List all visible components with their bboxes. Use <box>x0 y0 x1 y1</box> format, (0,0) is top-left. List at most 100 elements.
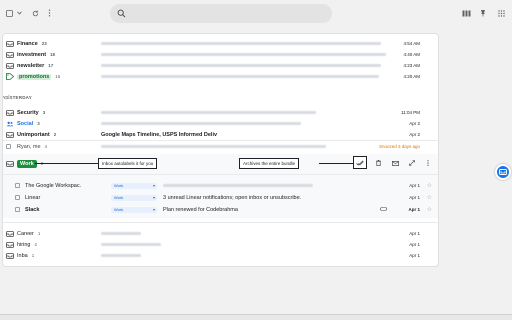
bundle-time: Apr 2 <box>409 121 420 126</box>
bundle-label: Inba 1 <box>17 252 35 259</box>
archive-bundle-button[interactable] <box>353 156 367 169</box>
bundle-label: investment 18 <box>17 51 56 58</box>
bundle-time: 11:04 PM <box>401 110 420 115</box>
more-icon[interactable] <box>423 158 433 168</box>
email-subject: Plan renewed for Codebrahma <box>163 206 238 213</box>
callout-archive: Archives the entire bundle <box>239 158 300 169</box>
refresh-icon[interactable] <box>30 8 40 18</box>
bundle-time: 4:23 AM <box>403 63 420 68</box>
bundle-row-career[interactable]: Career 1 Apr 1 <box>3 228 438 239</box>
bundle-label: hiring 2 <box>17 241 37 248</box>
bundle-label: Security 3 <box>17 109 46 116</box>
chevron-down-icon: ▾ <box>152 195 155 200</box>
email-time: Apr 1 <box>408 207 420 212</box>
snoozed-status: Snoozed 3 days ago <box>378 144 420 149</box>
sender: Ryan, me 4 <box>17 143 48 150</box>
bundle-label: Finance 23 <box>17 40 47 47</box>
bundle-label: newsletter 17 <box>17 62 54 69</box>
callout-arrow-left <box>35 163 98 164</box>
search-bar[interactable] <box>110 4 332 23</box>
search-icon[interactable] <box>117 9 126 18</box>
blurred-subject <box>101 243 161 246</box>
blurred-subject <box>101 122 301 125</box>
star-icon[interactable]: ☆ <box>427 206 432 213</box>
label-dropdown[interactable]: Work ▾ <box>111 207 157 213</box>
inbox-icon <box>6 252 14 259</box>
blurred-subject <box>101 232 141 235</box>
bundle-row-newsletter[interactable]: newsletter 17 4:23 AM <box>3 60 438 71</box>
bundle-row-social[interactable]: Social 3 Apr 2 <box>3 118 438 129</box>
star-icon[interactable]: ☆ <box>427 182 432 189</box>
inbox-icon <box>6 62 14 69</box>
inbox-icon <box>6 230 14 237</box>
top-bar <box>0 0 512 28</box>
bundle-time: 4:20 AM <box>403 74 420 79</box>
inbox-panel: Finance 23 4:54 AM investment 18 4:40 AM n… <box>2 33 439 267</box>
bundle-time: 4:40 AM <box>403 52 420 57</box>
email-time: Apr 1 <box>409 183 420 188</box>
bundle-row-promotions[interactable]: promotions 16 4:20 AM <box>3 71 438 82</box>
bundle-row-unimportant[interactable]: Unimportant 2 Google Maps Timeline, USPS … <box>3 129 438 140</box>
section-header-yesterday: YESTERDAY <box>3 93 438 103</box>
tag-icon <box>6 73 14 80</box>
attachment-icon <box>380 207 387 213</box>
row-checkbox[interactable] <box>15 195 20 200</box>
inbox-icon <box>499 169 507 175</box>
bundle-time: Apr 1 <box>409 231 420 236</box>
divider <box>3 174 438 175</box>
blurred-subject <box>163 184 313 187</box>
label-dropdown[interactable]: Work ▾ <box>111 183 157 189</box>
bundle-row-security[interactable]: Security 3 11:04 PM <box>3 107 438 118</box>
blurred-subject <box>101 254 141 257</box>
sender: The Google Workspac. <box>25 182 82 189</box>
blurred-subject <box>101 64 381 67</box>
bundle-time: Apr 2 <box>409 132 420 137</box>
bundle-row-finance[interactable]: Finance 23 4:54 AM <box>3 38 438 49</box>
inbox-icon <box>6 109 14 116</box>
blurred-subject <box>101 75 379 78</box>
callout-autolabel: Inbox autolabels it for you <box>98 158 158 169</box>
chevron-down-icon: ▾ <box>152 183 155 188</box>
chevron-down-icon[interactable] <box>14 8 24 18</box>
bottom-bar <box>0 314 512 320</box>
email-row-snoozed[interactable]: Ryan, me 4 Snoozed 3 days ago <box>3 141 438 152</box>
row-checkbox[interactable] <box>15 207 20 212</box>
more-icon[interactable] <box>44 8 54 18</box>
inbox-extension-button[interactable] <box>495 164 511 180</box>
inbox-icon <box>6 40 14 47</box>
email-row-google-workspace[interactable]: The Google Workspac. Work ▾ Apr 1 ☆ <box>3 180 438 191</box>
inbox-icon <box>6 131 14 138</box>
bundle-time: 4:54 AM <box>403 41 420 46</box>
row-checkbox[interactable] <box>6 144 11 149</box>
pin-icon[interactable] <box>478 8 488 18</box>
blurred-subject <box>101 145 326 148</box>
trash-icon[interactable] <box>373 158 383 168</box>
bundle-row-investment[interactable]: investment 18 4:40 AM <box>3 49 438 60</box>
columns-icon[interactable] <box>461 8 471 18</box>
row-checkbox[interactable] <box>15 183 20 188</box>
email-row-linear[interactable]: Linear Work ▾ 3 unread Linear notificatio… <box>3 192 438 203</box>
blurred-subject <box>101 42 381 45</box>
apps-icon[interactable] <box>496 8 506 18</box>
label-dropdown[interactable]: Work ▾ <box>111 195 157 201</box>
bundle-label: Career 1 <box>17 230 41 237</box>
expand-icon[interactable] <box>407 158 417 168</box>
checkbox-icon[interactable] <box>4 8 14 18</box>
bundle-label: promotions 16 <box>17 73 61 80</box>
check-icon[interactable] <box>3 94 432 101</box>
bundle-label: Social 3 <box>17 120 40 127</box>
blurred-subject <box>101 53 386 56</box>
star-icon[interactable]: ☆ <box>427 194 432 201</box>
sender: Slack <box>25 206 40 213</box>
inbox-icon <box>6 241 14 248</box>
mail-icon[interactable] <box>390 158 400 168</box>
email-time: Apr 1 <box>409 195 420 200</box>
bundle-row-inba[interactable]: Inba 1 Apr 1 <box>3 250 438 261</box>
people-icon <box>6 120 14 127</box>
bundle-label: Unimportant 2 <box>17 131 57 138</box>
email-row-slack[interactable]: Slack Work ▾ Plan renewed for Codebrahma … <box>3 204 438 215</box>
callout-arrow-right <box>319 163 353 164</box>
chevron-down-icon: ▾ <box>152 207 155 212</box>
check-icon <box>356 160 364 166</box>
bundle-row-hiring[interactable]: hiring 2 Apr 1 <box>3 239 438 250</box>
